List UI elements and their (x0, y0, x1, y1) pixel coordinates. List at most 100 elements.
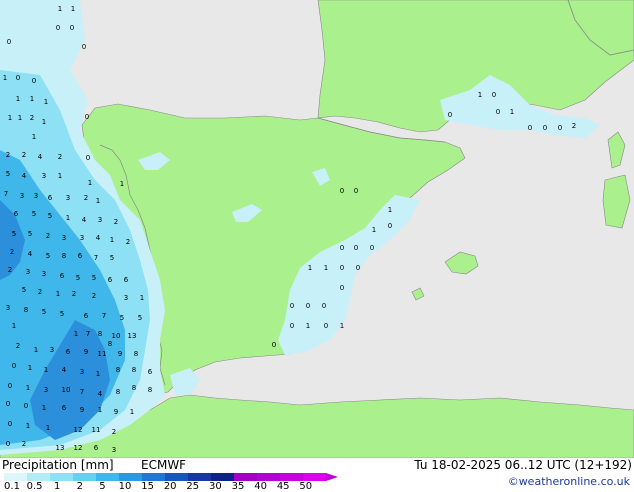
colorbar (4, 473, 338, 481)
value-label: 11 (92, 426, 101, 434)
value-label: 11 (98, 350, 107, 358)
colorbar-tick-label: 0.1 (4, 481, 20, 492)
value-label: 1 (32, 133, 36, 141)
value-label: 1 (88, 179, 92, 187)
value-label: 0 (324, 322, 328, 330)
value-label: 1 (110, 236, 114, 244)
value-label: 1 (308, 264, 312, 272)
value-label: 1 (140, 294, 144, 302)
value-label: 5 (6, 170, 10, 178)
value-label: 6 (124, 276, 129, 284)
value-label: 1 (306, 322, 310, 330)
colorbar-tick-label: 10 (118, 481, 132, 492)
colorbar-tick-label: 40 (254, 481, 267, 492)
value-label: 0 (8, 382, 12, 390)
value-label: 1 (74, 330, 78, 338)
value-label: 0 (16, 74, 20, 82)
value-label: 3 (80, 368, 84, 376)
value-label: 1 (3, 74, 7, 82)
value-label: 6 (62, 404, 67, 412)
colorbar-swatch (119, 473, 142, 481)
value-label: 2 (126, 238, 130, 246)
value-label: 1 (372, 226, 376, 234)
value-label: 0 (82, 43, 86, 51)
value-label: 7 (102, 312, 106, 320)
value-label: 3 (34, 192, 38, 200)
value-label: 3 (66, 194, 70, 202)
value-label: 5 (138, 314, 142, 322)
precipitation-map: 1 1 0 0 0 0 1 0 0 1 1 1 0 1 1 2 1 1 2 2 … (0, 0, 634, 458)
value-label: 9 (118, 350, 122, 358)
value-label: 2 (22, 151, 26, 159)
value-label: 0 (12, 362, 16, 370)
value-label: 5 (76, 274, 80, 282)
value-label: 13 (56, 444, 65, 452)
value-label: 0 (543, 124, 547, 132)
value-label: 2 (46, 232, 50, 240)
value-label: 1 (30, 95, 34, 103)
colorbar-swatch (280, 473, 303, 481)
value-label: 1 (12, 322, 16, 330)
value-label: 9 (84, 348, 88, 356)
value-label: 6 (108, 276, 113, 284)
colorbar-tick-label: 50 (299, 481, 313, 492)
value-label: 0 (290, 302, 294, 310)
colorbar-tick-label: 25 (186, 481, 200, 492)
value-label: 0 (528, 124, 532, 132)
value-label: 3 (42, 172, 46, 180)
value-label: 6 (78, 252, 83, 260)
value-label: 0 (448, 111, 452, 119)
value-label: 5 (42, 308, 46, 316)
value-label: 3 (26, 268, 30, 276)
value-label: 1 (44, 366, 48, 374)
colorbar-tick-label: 5 (99, 481, 106, 492)
colorbar-swatch (257, 473, 280, 481)
value-label: 1 (16, 95, 20, 103)
colorbar-arrow (326, 473, 338, 481)
value-label: 4 (96, 234, 101, 242)
value-label: 0 (322, 302, 326, 310)
colorbar-tick-label: 1 (54, 481, 61, 492)
value-label: 1 (18, 114, 22, 122)
value-label: 2 (16, 342, 20, 350)
colorbar-swatch (96, 473, 119, 481)
value-label: 2 (8, 266, 12, 274)
value-label: 5 (46, 252, 50, 260)
value-label: 5 (110, 254, 114, 262)
colorbar-swatch (188, 473, 211, 481)
colorbar-swatch (27, 473, 50, 481)
value-label: 1 (46, 424, 50, 432)
value-label: 8 (116, 388, 120, 396)
value-label: 8 (108, 340, 112, 348)
value-label: 8 (132, 366, 136, 374)
colorbar-swatch (4, 473, 27, 481)
value-label: 8 (148, 386, 152, 394)
value-label: 4 (22, 172, 27, 180)
model-name: ECMWF (141, 458, 187, 472)
value-label: 0 (7, 38, 11, 46)
value-label: 0 (6, 440, 10, 448)
value-label: 4 (82, 216, 87, 224)
value-label: 8 (98, 330, 102, 338)
value-label: 1 (98, 406, 102, 414)
value-label: 13 (128, 332, 137, 340)
colorbar-tick-label: 20 (163, 481, 177, 492)
value-label: 0 (340, 187, 344, 195)
value-label: 1 (478, 91, 482, 99)
value-label: 1 (26, 384, 30, 392)
value-label: 0 (492, 91, 496, 99)
value-label: 7 (94, 254, 98, 262)
value-label: 1 (324, 264, 328, 272)
value-label: 3 (50, 346, 54, 354)
value-label: 0 (354, 187, 358, 195)
value-label: 12 (74, 444, 83, 452)
value-label: 1 (56, 290, 60, 298)
value-label: 0 (85, 113, 89, 121)
colorbar-swatch (73, 473, 96, 481)
value-label: 4 (38, 153, 43, 161)
value-label: 1 (8, 114, 12, 122)
value-label: 6 (14, 210, 19, 218)
colorbar-tick-label: 2 (76, 481, 83, 492)
value-label: 0 (340, 264, 344, 272)
value-label: 1 (58, 5, 62, 13)
